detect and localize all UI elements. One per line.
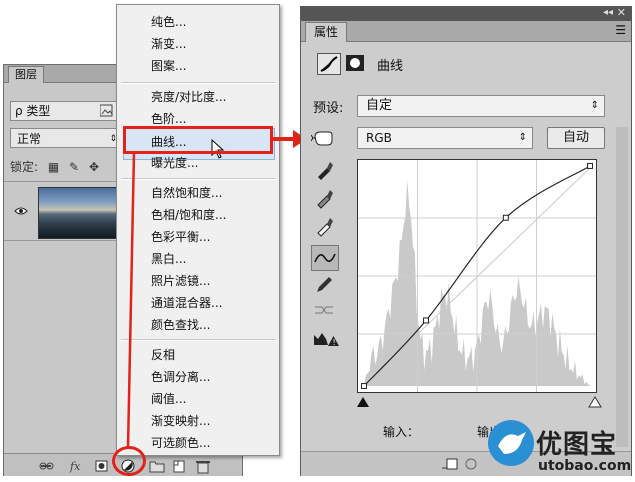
tab-layers[interactable]: 图层: [8, 66, 44, 83]
link-layers-icon[interactable]: [39, 462, 54, 470]
adjustment-menu: 纯色... 渐变... 图案... 亮度/对比度... 色阶... 曲线... …: [116, 4, 280, 456]
pencil-draw-icon[interactable]: [313, 273, 335, 295]
annotation-connector-line: [126, 151, 136, 449]
brand-bird-logo: [488, 420, 534, 466]
menu-item-color-lookup[interactable]: 颜色查找...: [151, 315, 210, 335]
blend-mode-select[interactable]: 正常 ⇕: [10, 128, 120, 148]
channel-select[interactable]: RGB ⇕: [357, 127, 533, 149]
auto-button[interactable]: 自动: [547, 127, 605, 149]
curve-control-point[interactable]: [423, 317, 429, 324]
group-folder-icon[interactable]: [149, 461, 165, 473]
curve-control-point[interactable]: [587, 162, 594, 169]
blend-mode-value: 正常: [17, 132, 42, 146]
properties-tab-bar: 属性 ☰: [301, 21, 631, 42]
menu-item-color-balance[interactable]: 色彩平衡...: [151, 227, 210, 247]
menu-item-gradient-map[interactable]: 渐变映射...: [151, 411, 210, 431]
preset-value: 自定: [366, 98, 393, 113]
watermark: 优图宝 utobao.com: [488, 420, 633, 480]
menu-separator: [121, 82, 275, 84]
menu-item-pattern[interactable]: 图案...: [151, 56, 186, 76]
menu-item-vibrance[interactable]: 自然饱和度...: [151, 183, 222, 203]
view-previous-icon[interactable]: [465, 458, 477, 470]
adjustment-button-highlight: [112, 446, 146, 476]
lock-transparent-icon[interactable]: ▦: [48, 160, 59, 174]
collapse-icon[interactable]: ◂◂: [603, 7, 613, 18]
layer-mask-icon[interactable]: [345, 54, 365, 72]
fx-icon[interactable]: fx: [69, 460, 81, 473]
tab-properties[interactable]: 属性: [305, 22, 348, 42]
curves-graph[interactable]: [357, 159, 597, 393]
preset-label: 预设:: [313, 101, 344, 116]
input-label: 输入：: [383, 425, 420, 439]
menu-separator: [121, 178, 275, 180]
menu-item-exposure[interactable]: 曝光度...: [151, 153, 198, 173]
menu-item-brightness-contrast[interactable]: 亮度/对比度...: [151, 87, 227, 107]
filter-kind-label: ρ 类型: [15, 104, 51, 118]
black-input-slider[interactable]: [357, 397, 369, 407]
panel-adjustment-title: 曲线: [377, 59, 404, 74]
updown-icon: ⇕: [590, 100, 599, 111]
gray-point-eyedropper-icon[interactable]: [313, 187, 335, 209]
menu-item-threshold[interactable]: 阈值...: [151, 389, 186, 409]
menu-item-hue-saturation[interactable]: 色相/饱和度...: [151, 205, 227, 225]
annotation-arrow-line: [271, 137, 295, 141]
white-point-eyedropper-icon[interactable]: [313, 215, 335, 237]
channel-value: RGB: [366, 131, 392, 145]
curve-control-point[interactable]: [502, 214, 509, 221]
curves-adjustment-icon[interactable]: [317, 53, 341, 75]
clip-to-layer-icon[interactable]: [442, 458, 458, 470]
menu-item-gradient[interactable]: 渐变...: [151, 34, 186, 54]
clipping-warning-icon[interactable]: !: [313, 327, 341, 349]
close-icon[interactable]: ✕: [617, 6, 626, 19]
bird-icon: [498, 432, 526, 454]
curves-highlight-box: [123, 126, 273, 154]
updown-icon: ⇕: [518, 132, 527, 143]
layer-thumbnail[interactable]: [38, 187, 120, 239]
menu-item-black-white[interactable]: 黑白...: [151, 249, 186, 269]
lock-label: 锁定:: [10, 160, 39, 174]
menu-item-solid-color[interactable]: 纯色...: [151, 12, 186, 32]
watermark-brand: 优图宝: [536, 430, 618, 460]
smooth-curve-icon[interactable]: [313, 299, 335, 321]
panel-menu-icon[interactable]: ☰: [615, 23, 626, 37]
watermark-url: utobao.com: [538, 458, 632, 474]
panel-scrollbar[interactable]: [616, 127, 628, 447]
menu-item-invert[interactable]: 反相: [151, 345, 175, 365]
menu-item-channel-mixer[interactable]: 通道混合器...: [151, 293, 222, 313]
menu-item-photo-filter[interactable]: 照片滤镜...: [151, 271, 210, 291]
visibility-eye-icon[interactable]: [14, 206, 28, 216]
menu-item-selective-color[interactable]: 可选颜色...: [151, 433, 210, 453]
input-slider-track: [357, 396, 602, 408]
menu-item-posterize[interactable]: 色调分离...: [151, 367, 210, 387]
on-image-adjust-hand-icon[interactable]: [311, 127, 337, 149]
trash-icon[interactable]: [196, 461, 210, 474]
lock-move-icon[interactable]: ✥: [89, 160, 99, 174]
lock-brush-icon[interactable]: ✎: [69, 160, 79, 174]
add-mask-icon[interactable]: [95, 460, 108, 472]
new-layer-icon[interactable]: [173, 460, 185, 473]
white-input-slider[interactable]: [588, 396, 602, 408]
properties-panel: ◂◂ ✕ 属性 ☰ 曲线 预设: 自定 ⇕ RGB ⇕ 自动 ! 输入：: [300, 6, 632, 476]
preset-select[interactable]: 自定 ⇕: [357, 95, 605, 117]
edit-points-curve-icon[interactable]: [311, 245, 339, 271]
curve-control-point[interactable]: [360, 383, 367, 390]
svg-text:!: !: [333, 338, 336, 347]
menu-separator: [121, 339, 275, 341]
black-point-eyedropper-icon[interactable]: [313, 159, 335, 181]
panel-title-strip: ◂◂ ✕: [301, 6, 631, 21]
